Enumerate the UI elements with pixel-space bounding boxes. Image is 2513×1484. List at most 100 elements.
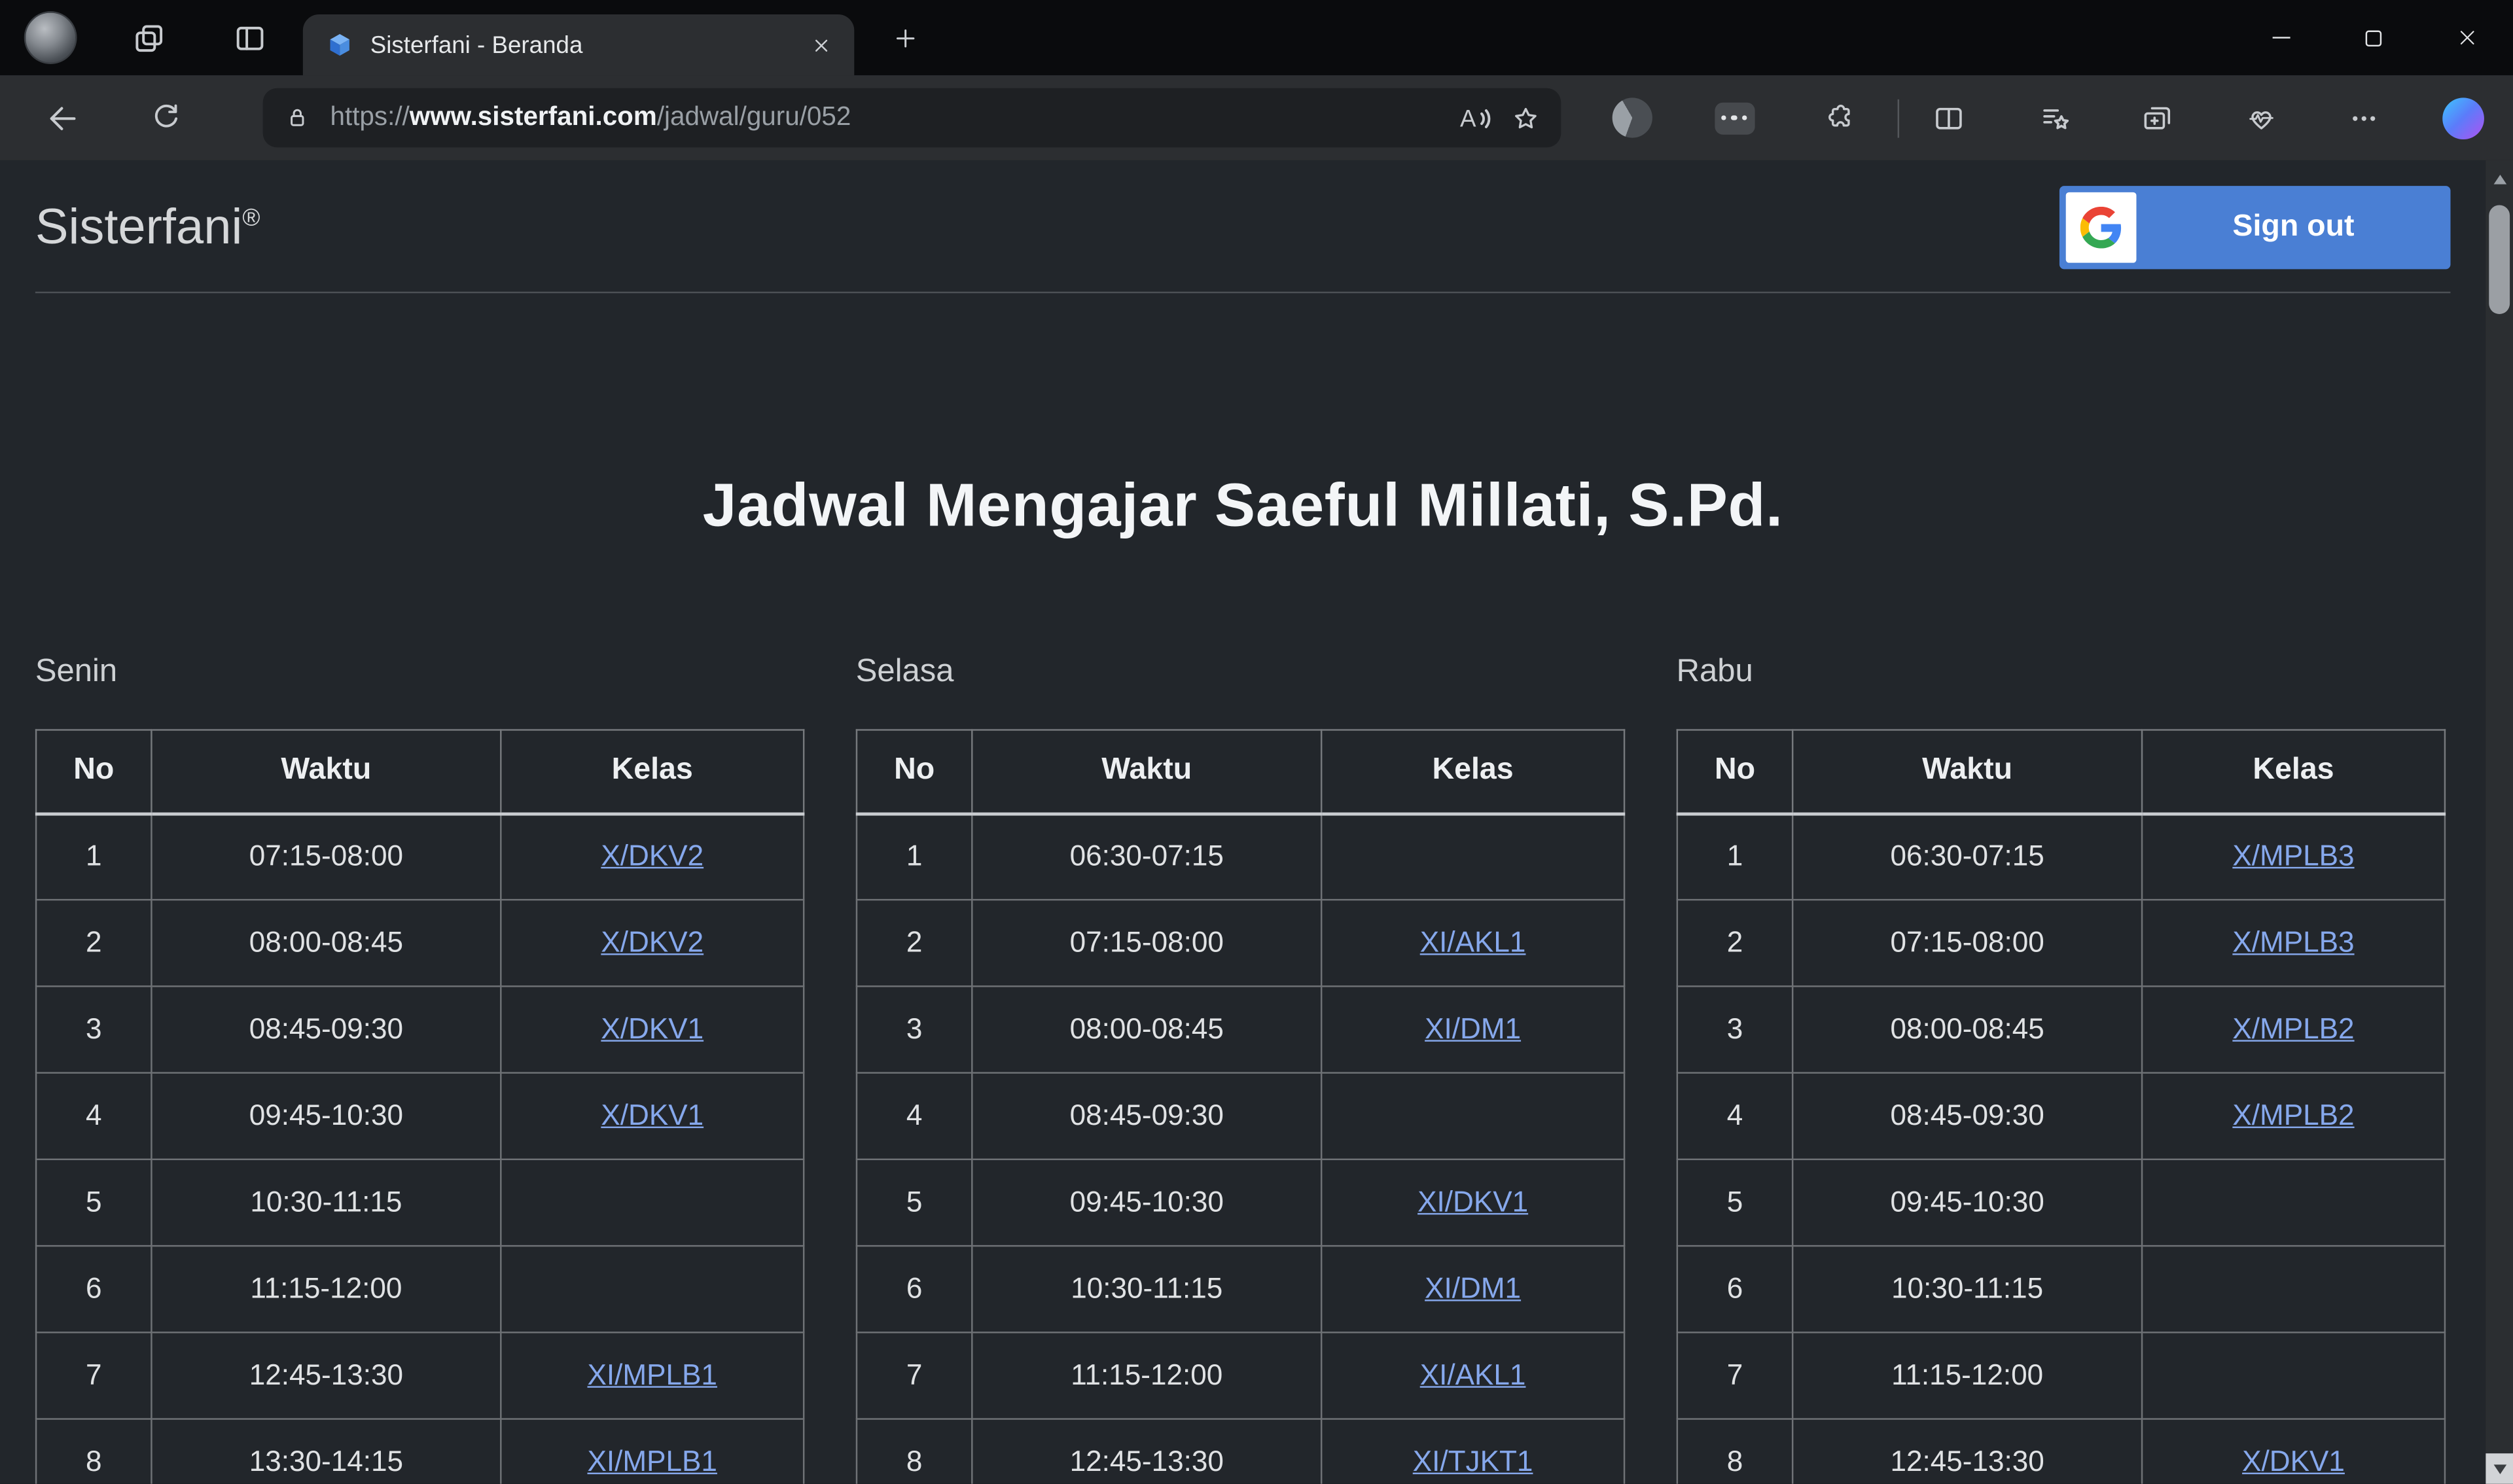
- day-label: Senin: [35, 649, 805, 694]
- extension-button-2[interactable]: [1710, 94, 1758, 141]
- header-row: NoWaktuKelas: [857, 730, 1624, 813]
- cell-waktu: 06:30-07:15: [972, 813, 1321, 900]
- copilot-button[interactable]: [2439, 94, 2487, 141]
- browser-tab[interactable]: Sisterfani - Beranda: [303, 14, 854, 75]
- address-bar[interactable]: https://www.sisterfani.com/jadwal/guru/0…: [263, 88, 1561, 148]
- cell-no: 2: [1677, 900, 1792, 986]
- table-row: 408:45-09:30X/MPLB2: [1677, 1073, 2445, 1159]
- collections-button[interactable]: [2133, 94, 2181, 141]
- cell-no: 6: [36, 1246, 151, 1332]
- cell-waktu: 11:15-12:00: [972, 1332, 1321, 1419]
- kelas-link[interactable]: XI/DKV1: [1417, 1186, 1528, 1218]
- browser-toolbar: https://www.sisterfani.com/jadwal/guru/0…: [0, 75, 2513, 160]
- window-controls: [2234, 0, 2513, 75]
- back-button[interactable]: [32, 87, 93, 148]
- header-row: NoWaktuKelas: [1677, 730, 2445, 813]
- cell-no: 4: [857, 1073, 972, 1159]
- cell-no: 6: [1677, 1246, 1792, 1332]
- scrollbar-thumb[interactable]: [2489, 205, 2510, 314]
- back-arrow-icon: [45, 100, 80, 135]
- table-row: 812:45-13:30X/DKV1: [1677, 1419, 2445, 1484]
- browser-essentials-button[interactable]: [2237, 94, 2285, 141]
- site-brand: Sisterfani®: [35, 199, 260, 256]
- cell-no: 4: [36, 1073, 151, 1159]
- favorites-hub-icon: [2039, 100, 2074, 135]
- tab-close-button[interactable]: [800, 24, 842, 66]
- cell-waktu: 08:00-08:45: [151, 900, 501, 986]
- cell-no: 6: [857, 1246, 972, 1332]
- settings-menu-button[interactable]: [2340, 94, 2388, 141]
- cell-waktu: 12:45-13:30: [1792, 1419, 2142, 1484]
- kelas-link[interactable]: XI/DM1: [1425, 1013, 1521, 1045]
- kelas-link[interactable]: XI/TJKT1: [1413, 1445, 1533, 1477]
- kelas-link[interactable]: X/MPLB2: [2232, 1013, 2354, 1045]
- kelas-link[interactable]: X/DKV1: [2242, 1445, 2345, 1477]
- cell-no: 4: [1677, 1073, 1792, 1159]
- split-screen-button[interactable]: [1925, 94, 1972, 141]
- cell-kelas: X/DKV1: [2142, 1419, 2445, 1484]
- scroll-down-button[interactable]: [2486, 1453, 2513, 1484]
- header-divider: [35, 292, 2451, 293]
- kelas-link[interactable]: X/DKV1: [601, 1099, 704, 1131]
- kelas-link[interactable]: XI/AKL1: [1420, 1359, 1526, 1391]
- read-aloud-button[interactable]: A: [1449, 94, 1500, 141]
- scrollbar[interactable]: [2486, 160, 2513, 1484]
- extension-button-1[interactable]: [1607, 94, 1655, 141]
- maximize-button[interactable]: [2327, 0, 2420, 75]
- heart-pulse-icon: [2244, 100, 2279, 135]
- table-head: NoWaktuKelas: [1677, 730, 2445, 813]
- new-tab-button[interactable]: [880, 12, 931, 63]
- favorite-star-button[interactable]: [1500, 94, 1551, 141]
- read-aloud-icon: A: [1455, 99, 1494, 137]
- workspaces-button[interactable]: [125, 14, 173, 62]
- kelas-link[interactable]: XI/AKL1: [1420, 927, 1526, 959]
- cell-no: 5: [36, 1159, 151, 1246]
- cell-waktu: 11:15-12:00: [1792, 1332, 2142, 1419]
- tab-actions-button[interactable]: [226, 14, 274, 62]
- tab-title: Sisterfani - Beranda: [370, 31, 800, 59]
- scroll-up-button[interactable]: [2486, 164, 2513, 194]
- table-row: 610:30-11:15 XI/DM1: [857, 1246, 1624, 1332]
- cell-waktu: 07:15-08:00: [972, 900, 1321, 986]
- page-content: Sisterfani® Sign out Jadwal Mengajar Sae…: [0, 160, 2513, 1484]
- cell-waktu: 10:30-11:15: [972, 1246, 1321, 1332]
- copilot-icon: [2442, 97, 2484, 139]
- minimize-button[interactable]: [2234, 0, 2327, 75]
- favorites-button[interactable]: [2032, 94, 2080, 141]
- column-header: No: [36, 730, 151, 813]
- refresh-button[interactable]: [135, 87, 196, 148]
- cell-kelas: [1321, 813, 1624, 900]
- star-icon: [1510, 102, 1542, 134]
- kelas-link[interactable]: XI/MPLB1: [587, 1445, 717, 1477]
- cell-no: 2: [36, 900, 151, 986]
- table-row: 812:45-13:30XI/TJKT1: [857, 1419, 1624, 1484]
- cell-waktu: 12:45-13:30: [972, 1419, 1321, 1484]
- cell-no: 3: [36, 986, 151, 1072]
- table-row: 813:30-14:15XI/MPLB1: [36, 1419, 804, 1484]
- cell-waktu: 10:30-11:15: [1792, 1246, 2142, 1332]
- url-path: /jadwal/guru/052: [657, 103, 851, 132]
- kelas-link[interactable]: X/MPLB3: [2232, 927, 2354, 959]
- kelas-link[interactable]: X/MPLB3: [2232, 840, 2354, 872]
- extensions-menu-button[interactable]: [1814, 94, 1862, 141]
- column-header: Kelas: [2142, 730, 2445, 813]
- kelas-link[interactable]: X/MPLB2: [2232, 1099, 2354, 1131]
- cell-kelas: X/DKV1: [501, 1073, 804, 1159]
- table-row: 107:15-08:00X/DKV2: [36, 813, 804, 900]
- kelas-link[interactable]: XI/DM1: [1425, 1272, 1521, 1304]
- kelas-link[interactable]: X/DKV1: [601, 1013, 704, 1045]
- kelas-link[interactable]: XI/MPLB1: [587, 1359, 717, 1391]
- kelas-link[interactable]: X/DKV2: [601, 927, 704, 959]
- lock-icon[interactable]: [283, 104, 311, 132]
- close-window-button[interactable]: [2420, 0, 2513, 75]
- cell-kelas: XI/TJKT1: [1321, 1419, 1624, 1484]
- cell-waktu: 06:30-07:15: [1792, 813, 2142, 900]
- profile-avatar[interactable]: [24, 11, 77, 64]
- column-header: Waktu: [151, 730, 501, 813]
- cell-kelas: [501, 1246, 804, 1332]
- browser-window: Sisterfani - Beranda: [0, 0, 2513, 1484]
- signout-label: Sign out: [2136, 210, 2450, 245]
- kelas-link[interactable]: X/DKV2: [601, 840, 704, 872]
- cell-no: 1: [36, 813, 151, 900]
- signout-button[interactable]: Sign out: [2059, 186, 2451, 269]
